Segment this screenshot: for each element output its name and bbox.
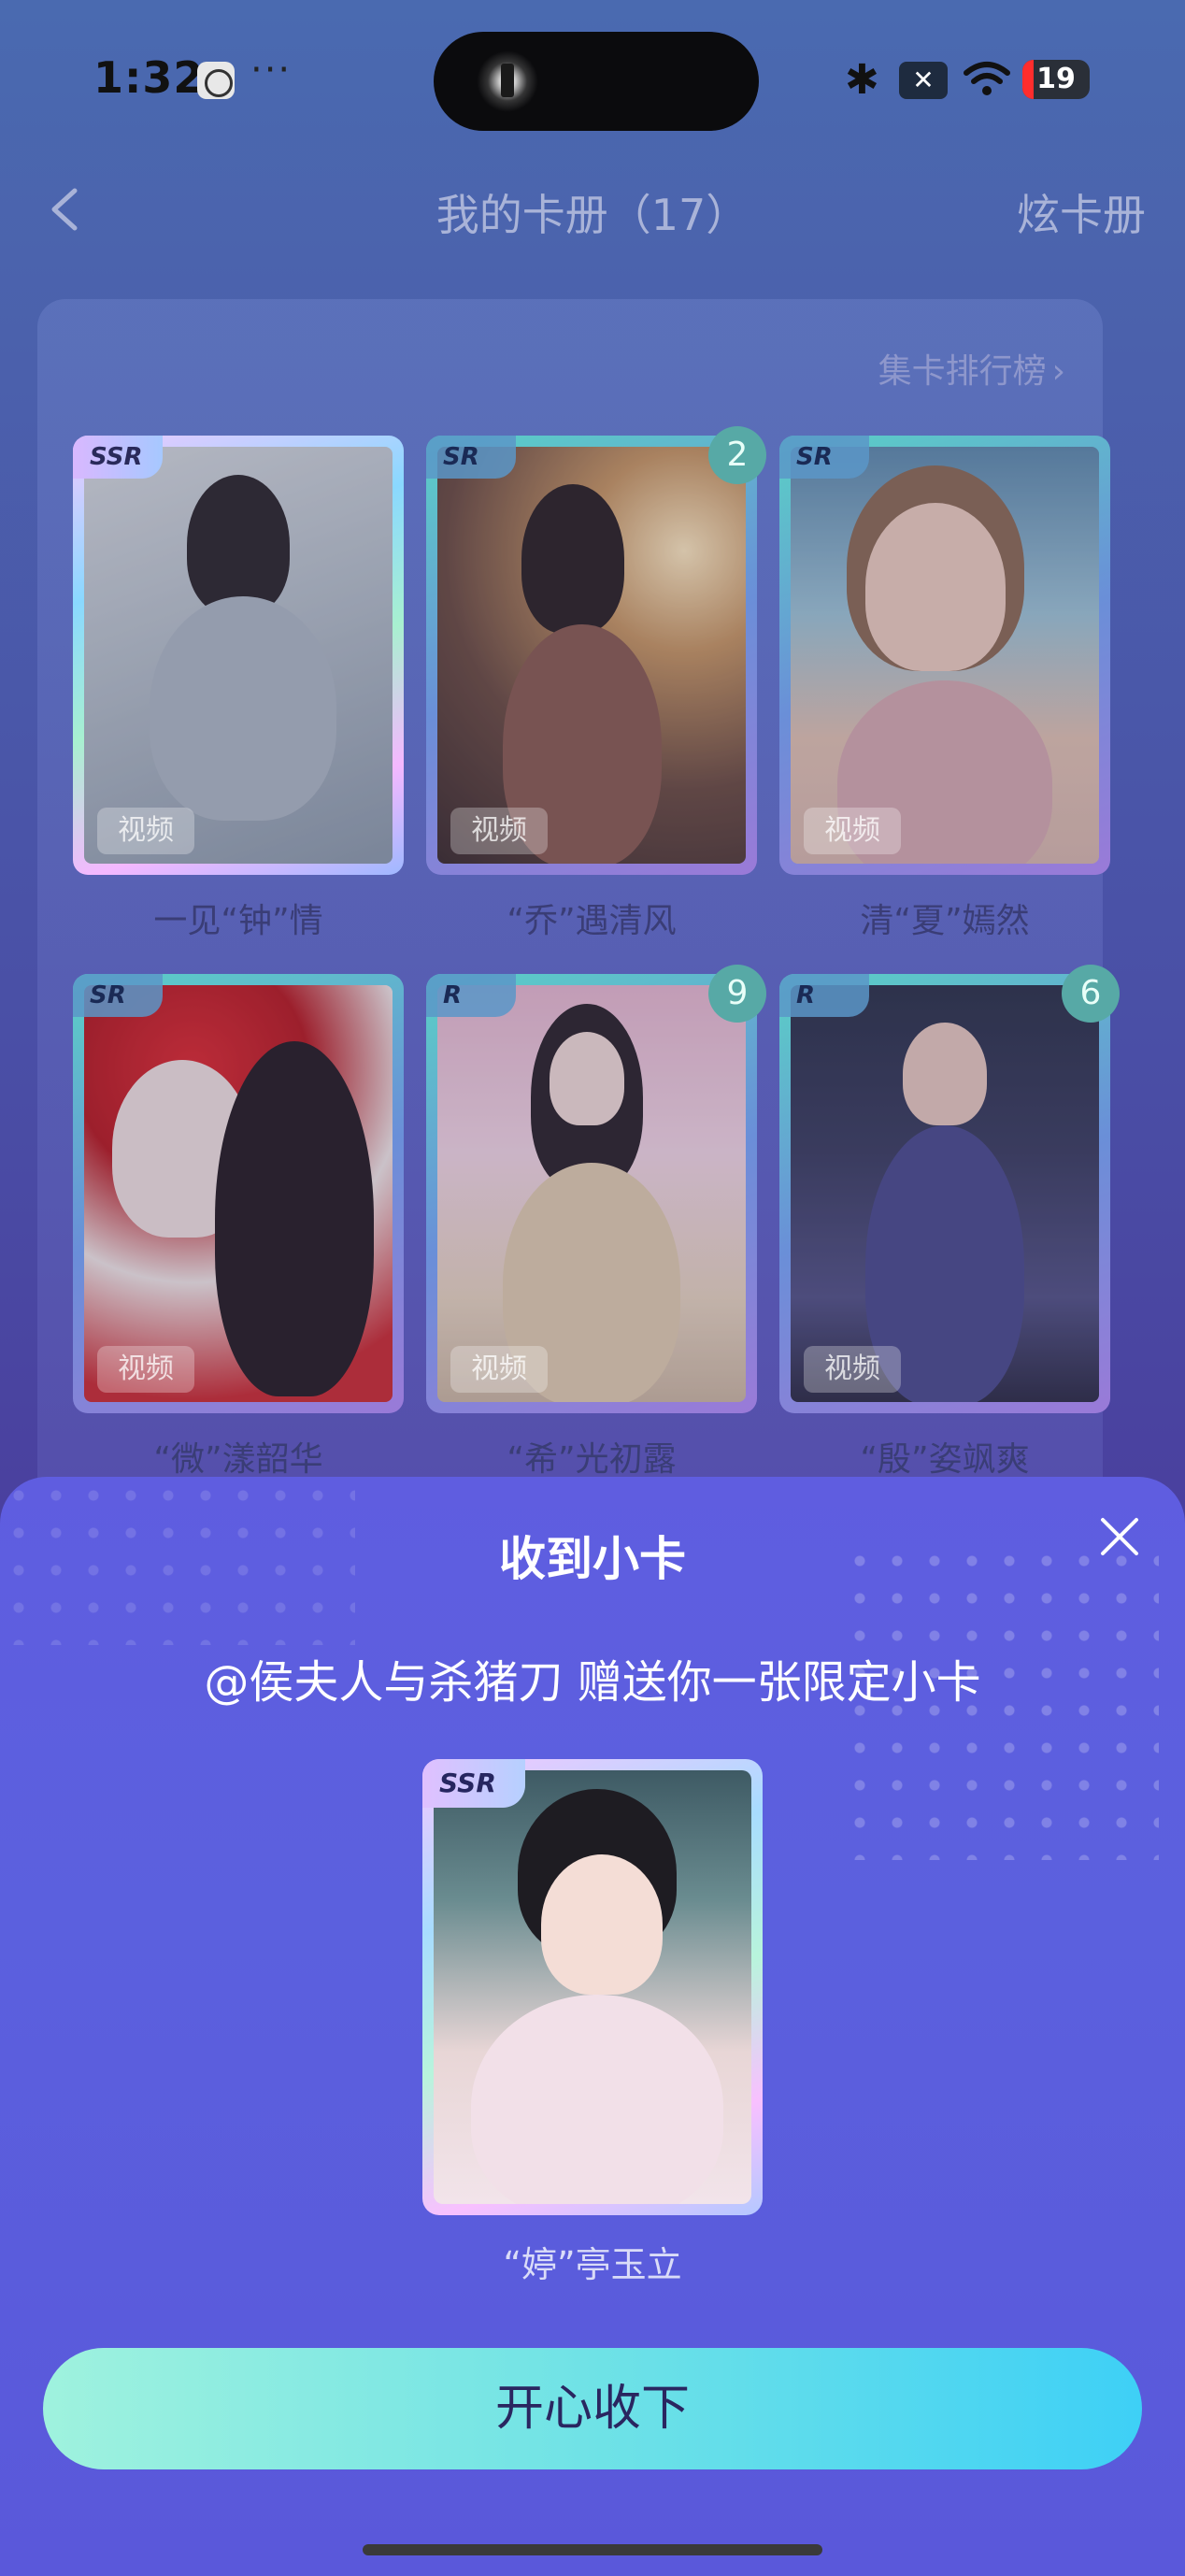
- rarity-badge: SR: [779, 436, 869, 479]
- card-photo: [84, 447, 393, 864]
- card-count-badge: 9: [708, 965, 766, 1023]
- rarity-badge: SR: [426, 436, 516, 479]
- rarity-badge: SSR: [73, 436, 163, 479]
- bluetooth-icon: ✱: [845, 56, 879, 104]
- album-card[interactable]: R 9 视频 “希”光初露: [426, 965, 766, 1479]
- rarity-badge: R: [426, 974, 516, 1017]
- rarity-badge: SSR: [422, 1759, 525, 1808]
- card-name: 一见“钟”情: [153, 902, 323, 940]
- card-name: “希”光初露: [507, 1440, 677, 1479]
- album-card[interactable]: R 6 视频 “殷”姿飒爽: [779, 965, 1120, 1479]
- gift-card-photo: [434, 1770, 751, 2204]
- card-count-badge: 6: [1062, 965, 1120, 1023]
- collection-ranking-link[interactable]: 集卡排行榜 ›: [878, 344, 1065, 393]
- rarity-badge: R: [779, 974, 869, 1017]
- show-album-button[interactable]: 炫卡册: [1017, 181, 1146, 243]
- gift-card: SSR: [422, 1759, 763, 2215]
- status-bar: 1:32 ··· ✱ ✕ 19: [0, 0, 1185, 159]
- close-icon[interactable]: [1093, 1510, 1146, 1563]
- card-name: 清“夏”嫣然: [860, 902, 1030, 940]
- gift-message: @侯夫人与杀猪刀 赠送你一张限定小卡: [204, 1656, 981, 1709]
- video-tag: 视频: [804, 808, 901, 854]
- album-card[interactable]: SR 视频 “微”漾韶华: [73, 974, 404, 1479]
- album-card[interactable]: SR 2 视频 “乔”遇清风: [426, 426, 766, 940]
- sheet-title: 收到小卡: [499, 1532, 686, 1586]
- card-name: “微”漾韶华: [153, 1440, 323, 1479]
- collection-ranking-label: 集卡排行榜: [878, 352, 1047, 391]
- home-indicator: [363, 2544, 822, 2555]
- status-time: 1:32: [93, 52, 205, 103]
- album-card[interactable]: SSR 视频 一见“钟”情: [73, 436, 404, 940]
- video-tag: 视频: [97, 808, 194, 854]
- rarity-badge: SR: [73, 974, 163, 1017]
- battery-level: 19: [1036, 63, 1076, 95]
- clock-app-icon: [197, 62, 235, 99]
- video-tag: 视频: [97, 1346, 194, 1393]
- card-name: “殷”姿飒爽: [860, 1440, 1030, 1479]
- battery-indicator: 19: [1022, 60, 1090, 99]
- card-photo: [437, 447, 746, 864]
- page-title: 我的卡册（17）: [435, 190, 750, 240]
- card-photo: [791, 985, 1099, 1402]
- card-photo: [791, 447, 1099, 864]
- x-app-icon: ✕: [899, 62, 948, 99]
- nav-bar: 我的卡册（17） 炫卡册: [0, 159, 1185, 262]
- dynamic-island: [434, 32, 759, 131]
- video-tag: 视频: [450, 1346, 548, 1393]
- video-tag: 视频: [450, 808, 548, 854]
- chevron-right-icon: ›: [1051, 352, 1065, 391]
- gift-card-name: “婷”亭玉立: [503, 2244, 682, 2285]
- card-album-panel: 集卡排行榜 › SSR 视频 一见“钟”情 SR 2 视频 “乔”遇清风 SR …: [37, 299, 1120, 1514]
- card-count-badge: 2: [708, 426, 766, 484]
- card-name: “乔”遇清风: [507, 902, 677, 940]
- gift-received-sheet: 收到小卡 @侯夫人与杀猪刀 赠送你一张限定小卡 SSR “婷”亭玉立 开心收下: [0, 1477, 1185, 2576]
- accept-gift-button[interactable]: 开心收下: [43, 2348, 1142, 2469]
- card-photo: [84, 985, 393, 1402]
- album-card[interactable]: SR 视频 清“夏”嫣然: [779, 436, 1110, 940]
- card-photo: [437, 985, 746, 1402]
- video-tag: 视频: [804, 1346, 901, 1393]
- wifi-icon: [964, 62, 1010, 95]
- more-dots-icon: ···: [250, 49, 293, 92]
- flashlight-icon: [477, 50, 538, 112]
